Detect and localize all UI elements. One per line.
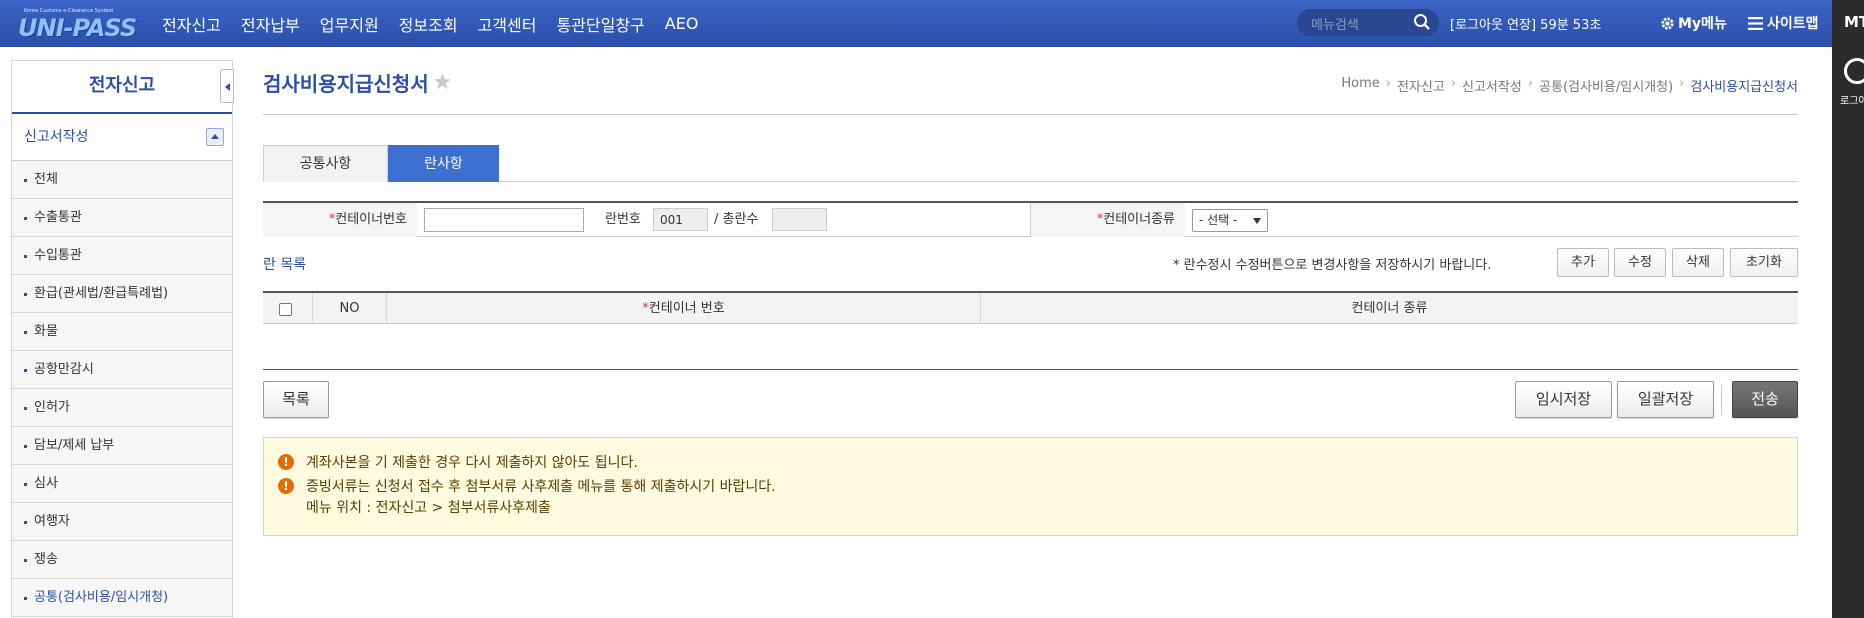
add-button[interactable]: 추가 — [1557, 248, 1609, 277]
search-icon[interactable] — [1413, 13, 1431, 31]
breadcrumb-e-filing[interactable]: 전자신고 — [1397, 76, 1445, 95]
sidebar-item-dispute[interactable]: 쟁송 — [12, 541, 232, 579]
logo-text: UNI-PASS — [18, 14, 137, 42]
info-menu-location: 메뉴 위치 : 전자신고 > 첨부서류사후제출 — [306, 500, 551, 516]
page-title: 검사비용지급신청서 ★ — [263, 68, 452, 97]
breadcrumb: Home › 전자신고 › 신고서작성 › 공통(검사비용/임시개청) › 검사비용지급… — [1341, 76, 1798, 95]
ran-no-field: 001 — [653, 208, 708, 231]
info-text: 계좌사본을 기 제출한 경우 다시 제출하지 않아도 됩니다. — [306, 455, 638, 471]
reset-button[interactable]: 초기화 — [1730, 248, 1798, 277]
tab-common-items[interactable]: 공통사항 — [263, 145, 388, 182]
sidebar-section-label: 신고서작성 — [24, 129, 89, 145]
right-panel-label: 로그아 — [1840, 96, 1864, 107]
sidebar-collapse-button[interactable] — [220, 69, 234, 103]
breadcrumb-separator-icon: › — [1450, 76, 1457, 91]
line-list-table-header: NO *컨테이너 번호 컨테이너 종류 — [263, 291, 1798, 324]
global-menu: 전자신고 전자납부 업무지원 정보조회 고객센터 통관단일창구 AEO — [162, 0, 718, 47]
info-text: 증빙서류는 신청서 접수 후 첨부서류 사후제출 메뉴를 통해 제출하시기 바랍… — [306, 479, 776, 495]
ran-no-label: 란번호 — [605, 212, 641, 227]
sidebar-item-cargo[interactable]: 화물 — [12, 313, 232, 351]
temp-save-button[interactable]: 임시저장 — [1515, 381, 1612, 418]
tab-line-items[interactable]: 란사항 — [388, 145, 499, 182]
sidebar-item-common[interactable]: 공통(검사비용/임시개청) — [12, 579, 232, 617]
container-no-input[interactable] — [424, 208, 584, 232]
info-line: ! 계좌사본을 기 제출한 경우 다시 제출하지 않아도 됩니다. — [278, 452, 638, 472]
logout-extend-timer[interactable]: [로그아웃 연장] 59분 53초 — [1450, 14, 1601, 33]
info-notice-box: ! 계좌사본을 기 제출한 경우 다시 제출하지 않아도 됩니다. ! 증빙서류… — [263, 437, 1798, 536]
gnb-item-info-inquiry[interactable]: 정보조회 — [399, 12, 458, 36]
sidebar-item-refund[interactable]: 환급(관세법/환급특례법) — [12, 275, 232, 313]
bulk-save-button[interactable]: 일괄저장 — [1617, 381, 1714, 418]
info-line: 메뉴 위치 : 전자신고 > 첨부서류사후제출 — [306, 497, 551, 517]
sidebar-item-all[interactable]: 전체 — [12, 161, 232, 199]
sidebar-item-audit[interactable]: 심사 — [12, 465, 232, 503]
warning-icon: ! — [278, 478, 294, 494]
menu-search-input[interactable]: 메뉴검색 — [1297, 9, 1439, 36]
col-no: NO — [313, 293, 387, 324]
page-title-text: 검사비용지급신청서 — [263, 72, 429, 96]
favorite-star-icon[interactable]: ★ — [433, 70, 453, 95]
sidebar-item-export[interactable]: 수출통관 — [12, 199, 232, 237]
hamburger-icon — [1748, 16, 1763, 30]
gnb-item-customer-center[interactable]: 고객센터 — [478, 12, 537, 36]
breadcrumb-common[interactable]: 공통(검사비용/임시개청) — [1539, 76, 1673, 95]
select-all-cell — [263, 293, 313, 324]
select-all-checkbox[interactable] — [279, 303, 292, 316]
col-container-no: *컨테이너 번호 — [387, 293, 981, 324]
info-line: ! 증빙서류는 신청서 접수 후 첨부서류 사후제출 메뉴를 통해 제출하시기 … — [278, 476, 776, 496]
gnb-item-e-payment[interactable]: 전자납부 — [241, 12, 300, 36]
sidebar-title: 전자신고 — [12, 61, 234, 114]
user-initials[interactable]: MT — [1844, 13, 1864, 31]
unipass-logo[interactable]: Korea Customs e-Clearance System UNI-PAS… — [14, 8, 137, 42]
gnb-item-aeo[interactable]: AEO — [665, 14, 699, 33]
gnb-item-single-window[interactable]: 통관단일창구 — [556, 12, 644, 36]
sidebar-item-port-surveillance[interactable]: 공항만감시 — [12, 351, 232, 389]
col-container-type: 컨테이너 종류 — [1351, 301, 1428, 316]
container-type-label: *컨테이너종류 — [1031, 203, 1185, 237]
sidebar-item-import[interactable]: 수입통관 — [12, 237, 232, 275]
line-item-form: *컨테이너번호 란번호 001 / 총란수 *컨테이너종류 - 선택 - — [263, 201, 1798, 237]
sidebar-section-report-writing[interactable]: 신고서작성 — [12, 114, 232, 161]
breadcrumb-separator-icon: › — [1527, 76, 1534, 91]
warning-icon: ! — [278, 454, 294, 470]
sidebar-item-permits[interactable]: 인허가 — [12, 389, 232, 427]
edit-notice: * 란수정시 수정버튼으로 변경사항을 저장하시기 바랍니다. — [1173, 258, 1492, 273]
sidebar-item-collateral[interactable]: 담보/제세 납부 — [12, 427, 232, 465]
breadcrumb-home[interactable]: Home — [1341, 76, 1379, 95]
line-list-title: 란 목록 — [263, 257, 307, 273]
gnb-item-e-filing[interactable]: 전자신고 — [162, 12, 221, 36]
sitemap-label: 사이트맵 — [1767, 16, 1819, 32]
right-side-panel: MT 로그아 — [1832, 0, 1864, 618]
title-divider — [263, 114, 1798, 115]
gnb-item-work-support[interactable]: 업무지원 — [320, 12, 379, 36]
breadcrumb-report-writing[interactable]: 신고서작성 — [1462, 76, 1522, 95]
tab-bar: 공통사항 란사항 — [263, 145, 1798, 182]
sidebar: 전자신고 신고서작성 전체 수출통관 수입통관 환급(관세법/환급특례법) 화물… — [11, 60, 234, 618]
mymenu-button[interactable]: My메뉴 — [1660, 13, 1727, 33]
send-button[interactable]: 전송 — [1732, 381, 1798, 418]
breadcrumb-separator-icon: › — [1679, 76, 1685, 91]
edit-button[interactable]: 수정 — [1614, 248, 1666, 277]
sitemap-button[interactable]: 사이트맵 — [1748, 13, 1819, 33]
sidebar-title-text: 전자신고 — [88, 75, 156, 96]
bottom-divider — [263, 369, 1798, 370]
gear-icon — [1661, 16, 1674, 30]
list-button[interactable]: 목록 — [263, 381, 329, 418]
top-navigation-bar: Korea Customs e-Clearance System UNI-PAS… — [0, 0, 1832, 47]
total-ran-field — [772, 208, 827, 231]
mymenu-label: My메뉴 — [1678, 16, 1727, 32]
delete-button[interactable]: 삭제 — [1672, 248, 1724, 277]
container-no-label: *컨테이너번호 — [263, 203, 417, 237]
container-type-select[interactable]: - 선택 - — [1192, 209, 1268, 232]
breadcrumb-separator-icon: › — [1385, 76, 1391, 91]
collapse-up-icon[interactable] — [206, 128, 224, 146]
breadcrumb-current: 검사비용지급신청서 — [1690, 80, 1798, 95]
button-separator — [1721, 385, 1722, 415]
total-ran-label: / 총란수 — [714, 212, 759, 227]
sidebar-item-traveler[interactable]: 여행자 — [12, 503, 232, 541]
search-placeholder: 메뉴검색 — [1311, 18, 1359, 33]
logout-ring-icon[interactable] — [1844, 58, 1864, 84]
